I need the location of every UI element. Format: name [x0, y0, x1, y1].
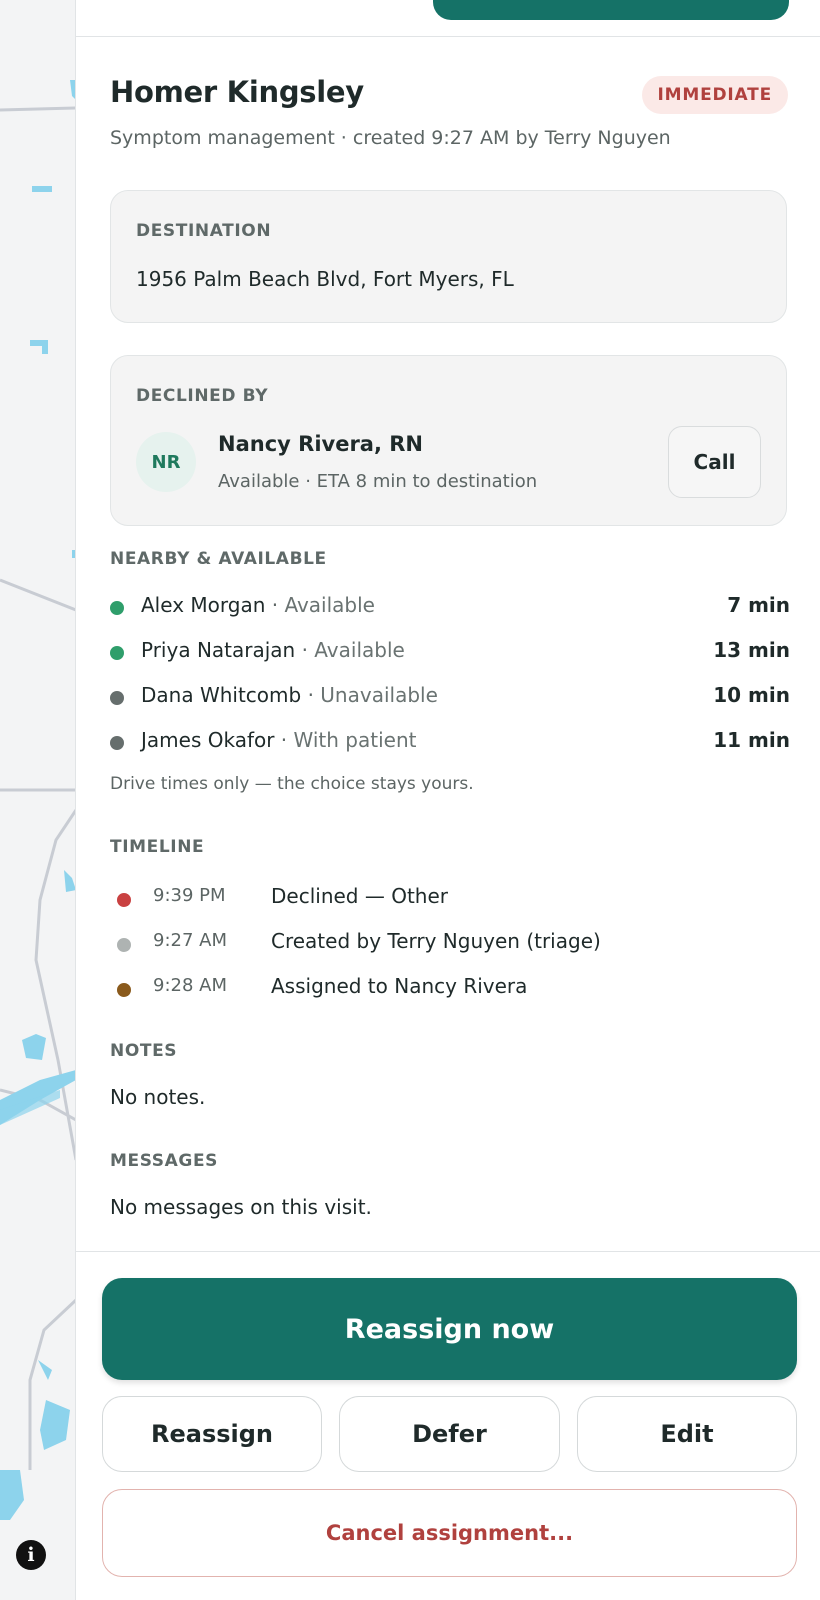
edit-button[interactable]: Edit [577, 1396, 797, 1472]
nearby-item[interactable]: Priya Natarajan · Available 13 min [110, 636, 790, 666]
timeline-event: 9:27 AM Created by Terry Nguyen (triage) [110, 928, 790, 958]
timeline-text: Declined — Other [271, 884, 448, 908]
nearby-item-status: Unavailable [320, 683, 438, 707]
declined-by-card: DECLINED BY NR Nancy Rivera, RN Availabl… [110, 355, 787, 526]
status-dot [110, 691, 124, 705]
timeline-text: Assigned to Nancy Rivera [271, 974, 528, 998]
map-drawing [0, 80, 75, 1520]
action-bar-divider [76, 1251, 820, 1252]
nearby-item-separator: · [301, 683, 321, 707]
nearby-item-status: Available [284, 593, 375, 617]
map-view[interactable]: i [0, 0, 76, 1600]
notes-section-label: NOTES [110, 1041, 178, 1061]
status-dot [110, 736, 124, 750]
reassign-button[interactable]: Reassign [102, 1396, 322, 1472]
timeline-time: 9:27 AM [153, 930, 227, 951]
nearby-item-eta: 11 min [713, 728, 790, 752]
nearby-item-separator: · [274, 728, 294, 752]
nearby-item-eta: 13 min [713, 638, 790, 662]
nearby-item[interactable]: James Okafor · With patient 11 min [110, 726, 790, 756]
info-icon[interactable]: i [16, 1540, 46, 1570]
cancel-assignment-button[interactable]: Cancel assignment... [102, 1489, 797, 1577]
timeline-time: 9:39 PM [153, 885, 226, 906]
visit-subtitle: Symptom management · created 9:27 AM by … [110, 127, 671, 149]
timeline-event: 9:28 AM Assigned to Nancy Rivera [110, 973, 790, 1003]
messages-section-label: MESSAGES [110, 1151, 219, 1171]
nurse-status: Available · ETA 8 min to destination [218, 471, 538, 492]
defer-button[interactable]: Defer [339, 1396, 560, 1472]
nearby-item-separator: · [295, 638, 315, 662]
timeline-event: 9:39 PM Declined — Other [110, 883, 790, 913]
destination-address: 1956 Palm Beach Blvd, Fort Myers, FL [136, 267, 514, 291]
visit-detail-panel: Homer Kingsley IMMEDIATE Symptom managem… [76, 37, 820, 1252]
nearby-item-eta: 10 min [713, 683, 790, 707]
nearby-item-separator: · [265, 593, 285, 617]
destination-card: DESTINATION 1956 Palm Beach Blvd, Fort M… [110, 190, 787, 323]
timeline-dot [117, 983, 131, 997]
nearby-section-label: NEARBY & AVAILABLE [110, 549, 327, 569]
nearby-item-eta: 7 min [727, 593, 790, 617]
drive-times-hint: Drive times only — the choice stays your… [110, 774, 474, 794]
nearby-item[interactable]: Alex Morgan · Available 7 min [110, 591, 790, 621]
status-dot [110, 601, 124, 615]
nearby-item-name: Dana Whitcomb [141, 683, 302, 707]
timeline-dot [117, 893, 131, 907]
nurse-name: Nancy Rivera, RN [218, 432, 424, 456]
timeline-dot [117, 938, 131, 952]
call-button[interactable]: Call [668, 426, 761, 498]
nearby-item[interactable]: Dana Whitcomb · Unavailable 10 min [110, 681, 790, 711]
destination-label: DESTINATION [136, 221, 272, 241]
timeline-section-label: TIMELINE [110, 837, 205, 857]
priority-badge: IMMEDIATE [641, 76, 788, 114]
top-action-button[interactable] [433, 0, 789, 20]
nearby-item-status: With patient [293, 728, 417, 752]
avatar: NR [136, 432, 196, 492]
status-dot [110, 646, 124, 660]
reassign-now-button[interactable]: Reassign now [102, 1278, 797, 1380]
declined-by-label: DECLINED BY [136, 386, 269, 406]
nearby-item-name: Priya Natarajan [141, 638, 296, 662]
timeline-time: 9:28 AM [153, 975, 227, 996]
nearby-item-name: Alex Morgan [141, 593, 266, 617]
timeline-text: Created by Terry Nguyen (triage) [271, 929, 601, 953]
patient-name: Homer Kingsley [110, 75, 364, 109]
nearby-item-name: James Okafor [141, 728, 275, 752]
notes-text: No notes. [110, 1085, 206, 1109]
messages-text: No messages on this visit. [110, 1195, 372, 1219]
nearby-item-status: Available [314, 638, 405, 662]
